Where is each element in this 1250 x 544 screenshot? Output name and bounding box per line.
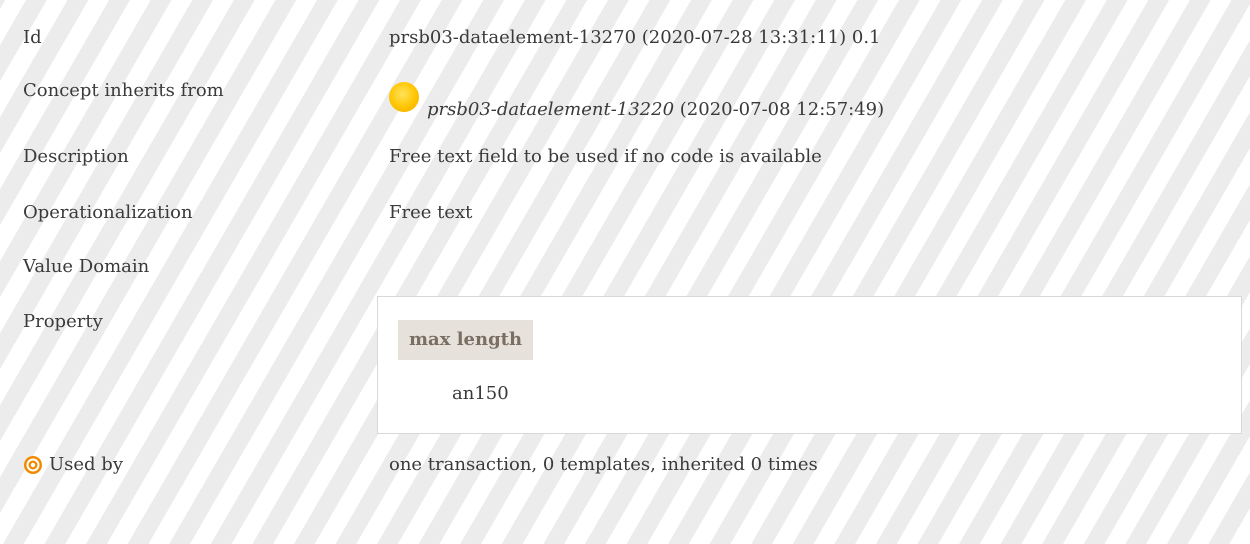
- used-by-label: Used by: [49, 454, 123, 475]
- sun-icon: [389, 82, 419, 112]
- inherits-value: prsb03-dataelement-13220 (2020-07-08 12:…: [389, 82, 885, 124]
- operationalization-value: Free text: [389, 202, 473, 223]
- inherits-link[interactable]: prsb03-dataelement-13220: [427, 99, 674, 120]
- property-value: an150: [452, 383, 509, 404]
- value-domain-label: Value Domain: [23, 256, 150, 277]
- inherits-date: (2020-07-08 12:57:49): [674, 98, 885, 120]
- description-label: Description: [23, 146, 129, 167]
- property-label: Property: [23, 311, 103, 332]
- description-value: Free text field to be used if no code is…: [389, 146, 822, 167]
- concept-details: Id prsb03-dataelement-13270 (2020-07-28 …: [0, 0, 1250, 544]
- property-box: max length an150: [377, 296, 1242, 434]
- operationalization-label: Operationalization: [23, 202, 193, 223]
- used-by-label-wrap[interactable]: Used by: [23, 454, 123, 475]
- id-label: Id: [23, 27, 42, 48]
- inherits-label: Concept inherits from: [23, 80, 224, 101]
- id-value: prsb03-dataelement-13270 (2020-07-28 13:…: [389, 27, 881, 48]
- property-header: max length: [398, 320, 534, 360]
- target-icon: [23, 455, 43, 475]
- used-by-value: one transaction, 0 templates, inherited …: [389, 454, 818, 475]
